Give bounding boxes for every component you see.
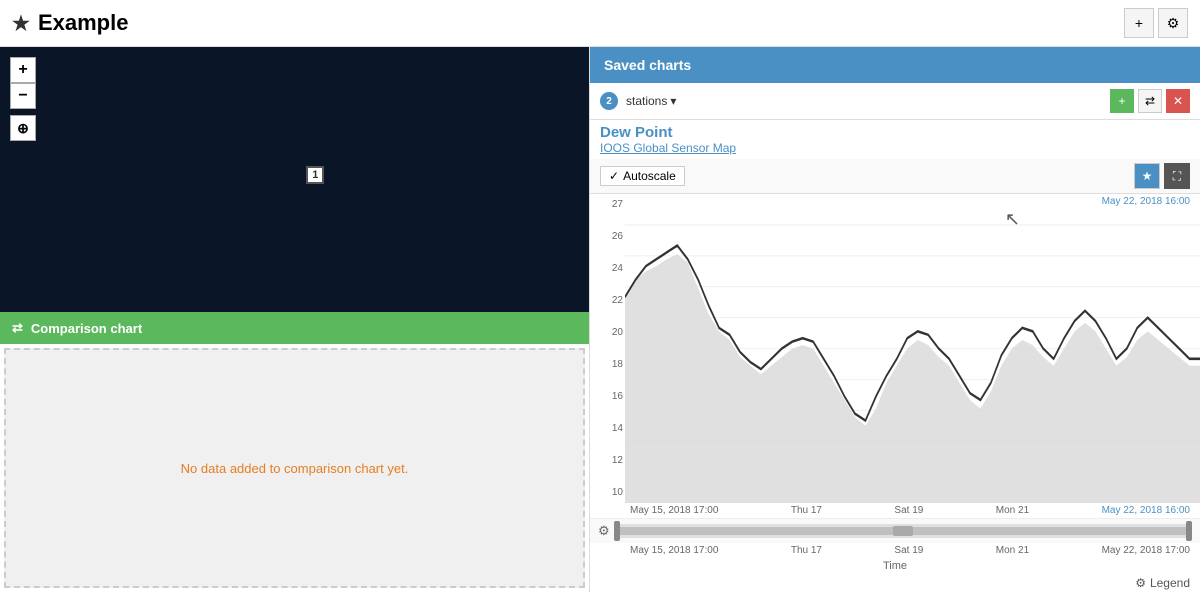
- saved-charts-header: Saved charts: [590, 47, 1200, 83]
- top-actions: + ⚙: [1124, 8, 1188, 38]
- chart-title-row: Dew Point IOOS Global Sensor Map: [590, 120, 1200, 159]
- range-handle-right[interactable]: [1186, 521, 1192, 541]
- y-label-14: 14: [590, 423, 623, 434]
- y-label-24: 24: [590, 263, 623, 274]
- comparison-empty-text: No data added to comparison chart yet.: [181, 461, 409, 476]
- comparison-title: Comparison chart: [31, 321, 142, 336]
- comparison-body: No data added to comparison chart yet.: [4, 348, 585, 588]
- right-panel: Saved charts 2 stations ▾ + ⇄ ✕: [590, 47, 1200, 592]
- x-bottom-thu17: Thu 17: [791, 545, 822, 556]
- chart-toolbar: ✓ Autoscale ★ ⛶: [590, 159, 1200, 194]
- main-content: + − ⊕ 1 ⇄ Comparison chart No data added…: [0, 47, 1200, 592]
- legend-button[interactable]: ⚙ Legend: [1135, 576, 1190, 590]
- page-title: ★ Example: [12, 10, 128, 36]
- chart-top-bar: 2 stations ▾ + ⇄ ✕: [590, 83, 1200, 120]
- x-bottom-sat19: Sat 19: [894, 545, 923, 556]
- legend-row: ⚙ Legend: [590, 574, 1200, 592]
- expand-button[interactable]: ⛶: [1164, 163, 1190, 189]
- autoscale-label: Autoscale: [623, 169, 676, 183]
- chart-subtitle[interactable]: IOOS Global Sensor Map: [600, 141, 1190, 155]
- range-handle-left[interactable]: [614, 521, 620, 541]
- stations-dropdown-arrow: ▾: [670, 94, 676, 108]
- chart-add-button[interactable]: +: [1110, 89, 1134, 113]
- y-label-22: 22: [590, 295, 623, 306]
- top-bar: ★ Example + ⚙: [0, 0, 1200, 47]
- x-label-may22-end: May 22, 2018 16:00: [1102, 505, 1190, 516]
- y-label-10: 10: [590, 487, 623, 498]
- chart-shuffle-button[interactable]: ⇄: [1138, 89, 1162, 113]
- chart-title: Dew Point: [600, 124, 1190, 141]
- time-axis-label: Time: [590, 558, 1200, 574]
- y-label-16: 16: [590, 391, 623, 402]
- title-text: Example: [38, 10, 129, 36]
- add-button[interactable]: +: [1124, 8, 1154, 38]
- chart-close-button[interactable]: ✕: [1166, 89, 1190, 113]
- x-label-sat19: Sat 19: [894, 505, 923, 516]
- comparison-icon: ⇄: [12, 320, 23, 336]
- autoscale-check: ✓: [609, 169, 619, 183]
- comparison-header: ⇄ Comparison chart: [0, 312, 589, 344]
- settings-button[interactable]: ⚙: [1158, 8, 1188, 38]
- star-icon: ★: [12, 11, 30, 36]
- range-slider[interactable]: [614, 524, 1192, 538]
- x-label-mon21: Mon 21: [996, 505, 1029, 516]
- left-panel: + − ⊕ 1 ⇄ Comparison chart No data added…: [0, 47, 590, 592]
- y-axis-labels: 27 26 24 22 20 18 16 14 12 10: [590, 194, 625, 503]
- x-axis-bottom-labels: May 15, 2018 17:00 Thu 17 Sat 19 Mon 21 …: [590, 543, 1200, 558]
- chart-range-bar[interactable]: ⚙: [590, 518, 1200, 543]
- chart-area: ↖ 27 26 24 22 20 18 16 14 12 10 May 22, …: [590, 194, 1200, 503]
- y-label-18: 18: [590, 359, 623, 370]
- x-axis-top-labels: May 15, 2018 17:00 Thu 17 Sat 19 Mon 21 …: [590, 503, 1200, 518]
- chart-top-right: + ⇄ ✕: [1110, 89, 1190, 113]
- map-marker[interactable]: 1: [306, 166, 324, 184]
- autoscale-button[interactable]: ✓ Autoscale: [600, 166, 685, 186]
- x-label-may15: May 15, 2018 17:00: [630, 505, 718, 516]
- y-label-12: 12: [590, 455, 623, 466]
- zoom-out-button[interactable]: −: [10, 83, 36, 109]
- y-label-26: 26: [590, 231, 623, 242]
- stations-text: stations: [626, 94, 667, 108]
- map-controls: + − ⊕: [10, 57, 36, 141]
- range-gear-icon[interactable]: ⚙: [598, 523, 610, 539]
- chart-section: 2 stations ▾ + ⇄ ✕ Dew Point IOOS Global…: [590, 83, 1200, 592]
- chart-top-left: 2 stations ▾: [600, 92, 676, 110]
- range-center-handle[interactable]: [893, 526, 913, 536]
- x-bottom-mon21: Mon 21: [996, 545, 1029, 556]
- toolbar-right: ★ ⛶: [1134, 163, 1190, 189]
- station-badge: 2: [600, 92, 618, 110]
- comparison-panel: ⇄ Comparison chart No data added to comp…: [0, 312, 589, 592]
- star-save-button[interactable]: ★: [1134, 163, 1160, 189]
- x-bottom-may15: May 15, 2018 17:00: [630, 545, 718, 556]
- legend-gear-icon: ⚙: [1135, 576, 1146, 590]
- x-label-thu17: Thu 17: [791, 505, 822, 516]
- chart-svg: [625, 194, 1200, 503]
- legend-label: Legend: [1150, 576, 1190, 590]
- y-label-20: 20: [590, 327, 623, 338]
- zoom-box-button[interactable]: ⊕: [10, 115, 36, 141]
- x-bottom-may22: May 22, 2018 17:00: [1102, 545, 1190, 556]
- y-label-27: 27: [590, 199, 623, 210]
- map-container: + − ⊕ 1: [0, 47, 589, 312]
- zoom-in-button[interactable]: +: [10, 57, 36, 83]
- stations-label[interactable]: stations ▾: [626, 94, 676, 108]
